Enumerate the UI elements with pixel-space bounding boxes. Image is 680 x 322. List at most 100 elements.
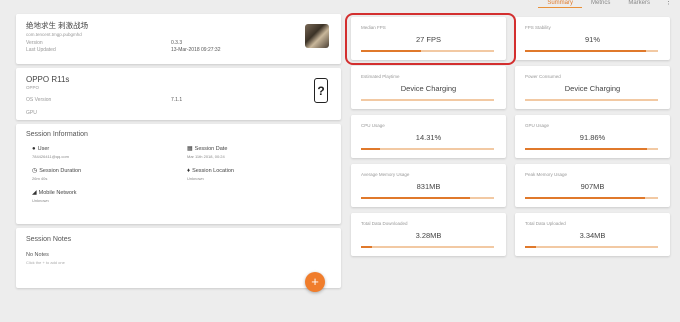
- metric-card[interactable]: Median FPS 27 FPS: [351, 17, 506, 60]
- metric-value: 27 FPS: [415, 35, 441, 44]
- tab-summary[interactable]: Summary: [538, 0, 582, 8]
- metric-label: Median FPS: [361, 25, 386, 30]
- session-info-card: Session Information ● User 784426411@qq.c…: [16, 124, 341, 224]
- metric-progress-bar: [525, 197, 658, 199]
- calendar-icon: ▦: [187, 146, 193, 152]
- phone-unknown-icon: ?: [314, 78, 328, 103]
- metric-label: Power Consumed: [525, 74, 561, 79]
- device-brand: OPPO: [26, 85, 40, 90]
- metric-label: Total Data Downloaded: [361, 221, 408, 226]
- metric-progress-fill: [361, 197, 471, 199]
- metric-progress-fill: [361, 148, 380, 150]
- metric-label: Total Data Uploaded: [525, 221, 566, 226]
- metric-card[interactable]: FPS Stability 91%: [515, 17, 670, 60]
- metric-card[interactable]: CPU Usage 14.31%: [351, 115, 506, 158]
- metric-value: Device Charging: [400, 84, 457, 93]
- metric-progress-bar: [361, 197, 494, 199]
- game-info-card: 绝地求生 刺激战场 com.tencent.tmgp.pubgmhd Versi…: [16, 14, 341, 64]
- updated-row: Last Updated 13-Mar-2018 09:27:32: [26, 47, 256, 53]
- tab-metrics[interactable]: Metrics: [582, 0, 619, 6]
- metric-card[interactable]: Average Memory Usage 831MB: [351, 164, 506, 207]
- date-item: ▦ Session Date Mar 11th 2018, 00:24: [187, 146, 327, 159]
- network-label: Mobile Network: [38, 190, 77, 196]
- metric-card[interactable]: Total Data Downloaded 3.28MB: [351, 213, 506, 256]
- location-item: ♦ Session Location Unknown: [187, 168, 327, 181]
- metric-value: 831MB: [416, 182, 441, 191]
- location-label: Session Location: [192, 168, 234, 174]
- os-row: OS Version 7.1.1: [26, 97, 256, 103]
- metric-value: 91.86%: [579, 133, 606, 142]
- network-value: Unknown: [32, 198, 49, 203]
- gpu-label: GPU: [26, 110, 37, 116]
- metric-card[interactable]: Power Consumed Device Charging: [515, 66, 670, 109]
- metric-card[interactable]: Peak Memory Usage 907MB: [515, 164, 670, 207]
- metric-label: CPU Usage: [361, 123, 385, 128]
- date-value: Mar 11th 2018, 00:24: [187, 154, 225, 159]
- duration-value: 26m 40s: [32, 176, 48, 181]
- clock-icon: ◷: [32, 168, 38, 174]
- more-menu-icon[interactable]: ⋮: [665, 0, 672, 6]
- date-label: Session Date: [194, 146, 228, 152]
- metric-progress-bar: [525, 246, 658, 248]
- metric-value: 907MB: [580, 182, 605, 191]
- session-info-grid: ● User 784426411@qq.com ▦ Session Date Mar…: [32, 146, 331, 203]
- device-info-card: OPPO R11s OPPO OS Version 7.1.1 GPU ?: [16, 68, 341, 120]
- person-icon: ●: [32, 146, 36, 152]
- session-title: Session Information: [26, 131, 88, 138]
- metric-label: Average Memory Usage: [361, 172, 410, 177]
- left-column: 绝地求生 刺激战场 com.tencent.tmgp.pubgmhd Versi…: [16, 14, 341, 292]
- metric-label: Estimated Playtime: [361, 74, 400, 79]
- os-value: 7.1.1: [171, 97, 183, 103]
- metric-progress-bar: [361, 246, 494, 248]
- location-pin-icon: ♦: [187, 168, 191, 174]
- metric-progress-bar: [361, 99, 494, 101]
- updated-value: 13-Mar-2018 09:27:32: [171, 47, 221, 53]
- tab-markers[interactable]: Markers: [619, 0, 659, 6]
- notes-empty-text: No Notes: [26, 252, 49, 258]
- metric-card[interactable]: GPU Usage 91.86%: [515, 115, 670, 158]
- add-note-button[interactable]: +: [305, 272, 325, 292]
- metric-value: 91%: [584, 35, 600, 44]
- metric-value: 14.31%: [415, 133, 442, 142]
- user-value: 784426411@qq.com: [32, 154, 69, 159]
- updated-label: Last Updated: [26, 47, 56, 53]
- metric-label: Peak Memory Usage: [525, 172, 568, 177]
- metric-progress-fill: [525, 148, 648, 150]
- metric-progress-fill: [525, 197, 645, 199]
- metric-progress-fill: [525, 50, 647, 52]
- duration-label: Session Duration: [39, 168, 82, 174]
- metric-progress-fill: [361, 246, 372, 248]
- metric-progress-fill: [525, 246, 536, 248]
- metric-progress-bar: [525, 99, 658, 101]
- duration-item: ◷ Session Duration 26m 40s: [32, 168, 187, 181]
- notes-hint: Click the + to add one: [26, 260, 65, 265]
- version-row: Version 0.3.3: [26, 40, 256, 46]
- metric-progress-fill: [361, 50, 421, 52]
- version-value: 0.3.3: [171, 40, 183, 46]
- metrics-grid: Median FPS 27 FPS FPS Stability 91% Estimate…: [351, 17, 671, 256]
- metric-card[interactable]: Estimated Playtime Device Charging: [351, 66, 506, 109]
- metric-value: 3.28MB: [415, 231, 442, 240]
- game-icon: [305, 24, 329, 48]
- top-tabs: Summary Metrics Markers ⋮: [538, 0, 672, 10]
- game-title: 绝地求生 刺激战场: [26, 21, 89, 30]
- location-value: Unknown: [187, 176, 204, 181]
- network-item: ◢ Mobile Network Unknown: [32, 190, 187, 203]
- metric-value: 3.34MB: [579, 231, 606, 240]
- metric-progress-bar: [525, 50, 658, 52]
- session-notes-card: Session Notes No Notes Click the + to ad…: [16, 228, 341, 292]
- metric-progress-bar: [361, 148, 494, 150]
- metric-label: FPS Stability: [525, 25, 551, 30]
- user-label: User: [37, 146, 50, 152]
- version-label: Version: [26, 40, 43, 46]
- metric-progress-bar: [361, 50, 494, 52]
- metric-progress-bar: [525, 148, 658, 150]
- metric-label: GPU Usage: [525, 123, 550, 128]
- user-item: ● User 784426411@qq.com: [32, 146, 187, 159]
- device-name: OPPO R11s: [26, 75, 70, 84]
- signal-icon: ◢: [32, 190, 37, 196]
- metric-value: Device Charging: [564, 84, 621, 93]
- metric-card[interactable]: Total Data Uploaded 3.34MB: [515, 213, 670, 256]
- notes-title: Session Notes: [26, 236, 72, 243]
- game-package: com.tencent.tmgp.pubgmhd: [26, 32, 82, 37]
